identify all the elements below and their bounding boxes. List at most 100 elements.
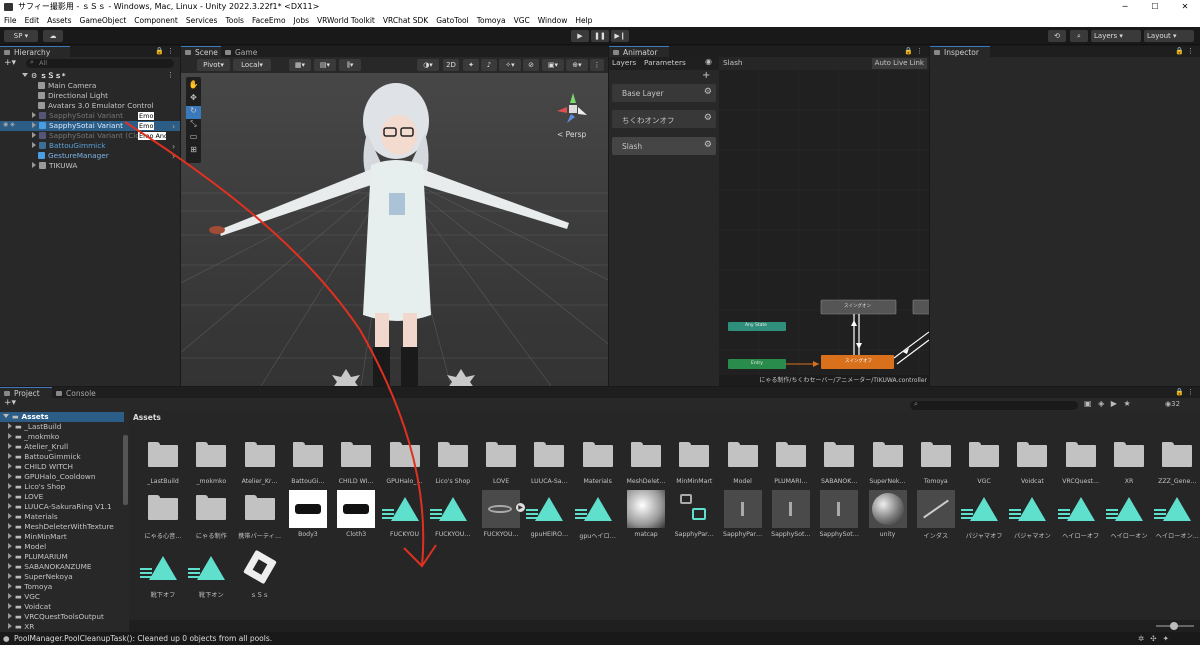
- tree-folder-item[interactable]: ▬ MinMinMart: [8, 532, 67, 542]
- gear-icon[interactable]: ⚙: [704, 113, 712, 123]
- tree-root-assets[interactable]: ▬ Assets: [0, 412, 124, 422]
- state-entry[interactable]: Entry: [751, 361, 763, 366]
- tree-folder-item[interactable]: ▬ GPUHalo_Cooldown: [8, 472, 95, 482]
- tab-scene[interactable]: Scene: [181, 46, 221, 57]
- more-icon[interactable]: ⋮: [1187, 47, 1194, 55]
- asset-folder[interactable]: Tomoya: [908, 436, 956, 488]
- asset-item[interactable]: gpuヘイロ…: [570, 489, 618, 541]
- hierarchy-row-gesture-manager[interactable]: GestureManager: [38, 151, 109, 161]
- more-icon[interactable]: ⋮: [916, 47, 923, 55]
- menu-tools[interactable]: Tools: [225, 14, 243, 27]
- gear-icon[interactable]: ⚙: [704, 140, 712, 150]
- hierarchy-row-sapphy-variant-1[interactable]: SapphySotai Variant: [32, 111, 123, 121]
- asset-item[interactable]: SapphyPar…: [715, 489, 763, 541]
- emo-badge[interactable]: Emo: [138, 112, 155, 120]
- tree-folder-item[interactable]: ▬ SABANOKANZUME: [8, 562, 92, 572]
- asset-folder[interactable]: XR: [1101, 436, 1149, 488]
- asset-folder[interactable]: _mokmko: [183, 436, 231, 488]
- chevron-right-icon[interactable]: ›: [172, 122, 175, 131]
- tree-folder-item[interactable]: ▬ SuperNekoya: [8, 572, 73, 582]
- state-node-top[interactable]: スイングオン: [844, 303, 871, 309]
- asset-item[interactable]: FUCKYOU: [377, 489, 425, 541]
- layers-dropdown[interactable]: Layers ▾: [1091, 30, 1141, 42]
- asset-item[interactable]: インダス: [908, 489, 956, 541]
- asset-item[interactable]: 靴下オフ: [135, 548, 183, 600]
- asset-folder[interactable]: GPUHalo_…: [377, 436, 425, 488]
- status-icons[interactable]: ✲✣✦: [1138, 632, 1175, 645]
- menu-vrworld-toolkit[interactable]: VRWorld Toolkit: [317, 14, 375, 27]
- asset-item[interactable]: gpuHEIRO…: [521, 489, 569, 541]
- lock-icon[interactable]: 🔒: [904, 47, 913, 55]
- status-message[interactable]: PoolManager.PoolCleanupTask(): Cleaned u…: [14, 634, 272, 643]
- zoom-slider-handle[interactable]: [1170, 622, 1178, 630]
- asset-folder[interactable]: MinMinMart: [666, 436, 714, 488]
- tab-console[interactable]: Console: [52, 387, 102, 398]
- hierarchy-row-emulator[interactable]: Avatars 3.0 Emulator Control: [38, 101, 154, 111]
- asset-folder[interactable]: Voidcat: [1004, 436, 1052, 488]
- lock-icon[interactable]: 🔒: [1175, 47, 1184, 55]
- menu-file[interactable]: File: [4, 14, 17, 27]
- lighting-icon[interactable]: ✦: [463, 59, 479, 71]
- camera-settings-icon[interactable]: ▣▾: [542, 59, 564, 71]
- tree-folder-item[interactable]: ▬ Materials: [8, 512, 58, 522]
- hierarchy-row-sapphy-clone[interactable]: SapphySotai Variant (Clone): [32, 131, 152, 141]
- lock-icon[interactable]: 🔒: [155, 47, 164, 55]
- state-any-state[interactable]: Any State: [745, 323, 767, 328]
- menu-jobs[interactable]: Jobs: [294, 14, 309, 27]
- more-icon[interactable]: ⋮: [590, 59, 604, 71]
- layer-item-chikuwa[interactable]: ちくわオンオフ ⚙: [612, 110, 716, 128]
- tree-folder-item[interactable]: ▬ Atelier_Krull: [8, 442, 68, 452]
- asset-item[interactable]: ヘイローオフ: [1053, 489, 1101, 541]
- animator-graph[interactable]: スイングオン Any State Entry スイングオフ: [719, 70, 929, 375]
- menu-gameobject[interactable]: GameObject: [80, 14, 127, 27]
- tab-project[interactable]: Project: [0, 387, 52, 398]
- emo-badge[interactable]: Emo: [138, 122, 155, 130]
- asset-item[interactable]: パジャマオフ: [956, 489, 1004, 541]
- asset-folder[interactable]: Materials: [570, 436, 618, 488]
- asset-folder[interactable]: PLUMARI…: [763, 436, 811, 488]
- visibility-icon[interactable]: ⊘: [523, 59, 539, 71]
- asset-folder[interactable]: LOVE: [473, 436, 521, 488]
- menu-services[interactable]: Services: [186, 14, 218, 27]
- asset-item[interactable]: ▶ FUCKYOU…: [473, 489, 526, 541]
- tree-folder-item[interactable]: ▬ Lico's Shop: [8, 482, 65, 492]
- hand-tool-icon[interactable]: ✋: [186, 80, 201, 93]
- hierarchy-row-battou[interactable]: BattouGimmick: [32, 141, 105, 151]
- minimize-button[interactable]: ─: [1110, 0, 1140, 14]
- menu-vrchat-sdk[interactable]: VRChat SDK: [383, 14, 428, 27]
- breadcrumb-assets[interactable]: Assets: [133, 413, 161, 422]
- align-button[interactable]: ⫼▾: [339, 59, 361, 71]
- tree-folder-item[interactable]: ▬ LOVE: [8, 492, 43, 502]
- scene-viewport[interactable]: < Persp ✋ ✥ ↻ ⤡ ▭ ⊞: [181, 73, 608, 386]
- hierarchy-row-main-camera[interactable]: Main Camera: [38, 81, 96, 91]
- rect-tool-icon[interactable]: ▭: [186, 132, 201, 145]
- asset-folder[interactable]: ZZZ_Gene…: [1149, 436, 1197, 488]
- asset-item[interactable]: 靴下オン: [183, 548, 231, 600]
- close-button[interactable]: ✕: [1170, 0, 1200, 14]
- asset-folder[interactable]: LUUCA-Sa…: [521, 436, 569, 488]
- tree-folder-item[interactable]: ▬ VGC: [8, 592, 40, 602]
- filter-icons[interactable]: ▣ ◈ ▶ ★: [1084, 399, 1133, 408]
- move-tool-icon[interactable]: ✥: [186, 93, 201, 106]
- audio-icon[interactable]: ♪: [481, 59, 497, 71]
- tree-folder-item[interactable]: ▬ _LastBuild: [8, 422, 61, 432]
- asset-folder[interactable]: SABANOK…: [811, 436, 859, 488]
- step-button[interactable]: ▶❙: [611, 30, 629, 42]
- tree-folder-item[interactable]: ▬ VRCQuestToolsOutput: [8, 612, 104, 622]
- asset-folder[interactable]: VGC: [956, 436, 1004, 488]
- tab-parameters[interactable]: Parameters: [644, 58, 686, 67]
- tab-hierarchy[interactable]: Hierarchy: [0, 46, 70, 57]
- asset-item[interactable]: ヘイローオン…: [1149, 489, 1199, 541]
- asset-item[interactable]: ｓＳｓ: [232, 548, 280, 600]
- asset-folder[interactable]: Lico's Shop: [425, 436, 473, 488]
- persp-label[interactable]: < Persp: [557, 130, 586, 139]
- breadcrumb-slash[interactable]: Slash: [723, 58, 743, 67]
- pivot-dropdown[interactable]: Pivot▾: [197, 59, 230, 71]
- search-icon[interactable]: ⌕: [1070, 30, 1088, 42]
- local-dropdown[interactable]: Local▾: [233, 59, 271, 71]
- gear-icon[interactable]: ⚙: [704, 87, 712, 97]
- tree-folder-item[interactable]: ▬ BattouGimmick: [8, 452, 81, 462]
- tree-folder-item[interactable]: ▬ Model: [8, 542, 46, 552]
- lock-icon[interactable]: 🔒: [1175, 388, 1184, 396]
- add-layer-button[interactable]: +: [702, 70, 710, 81]
